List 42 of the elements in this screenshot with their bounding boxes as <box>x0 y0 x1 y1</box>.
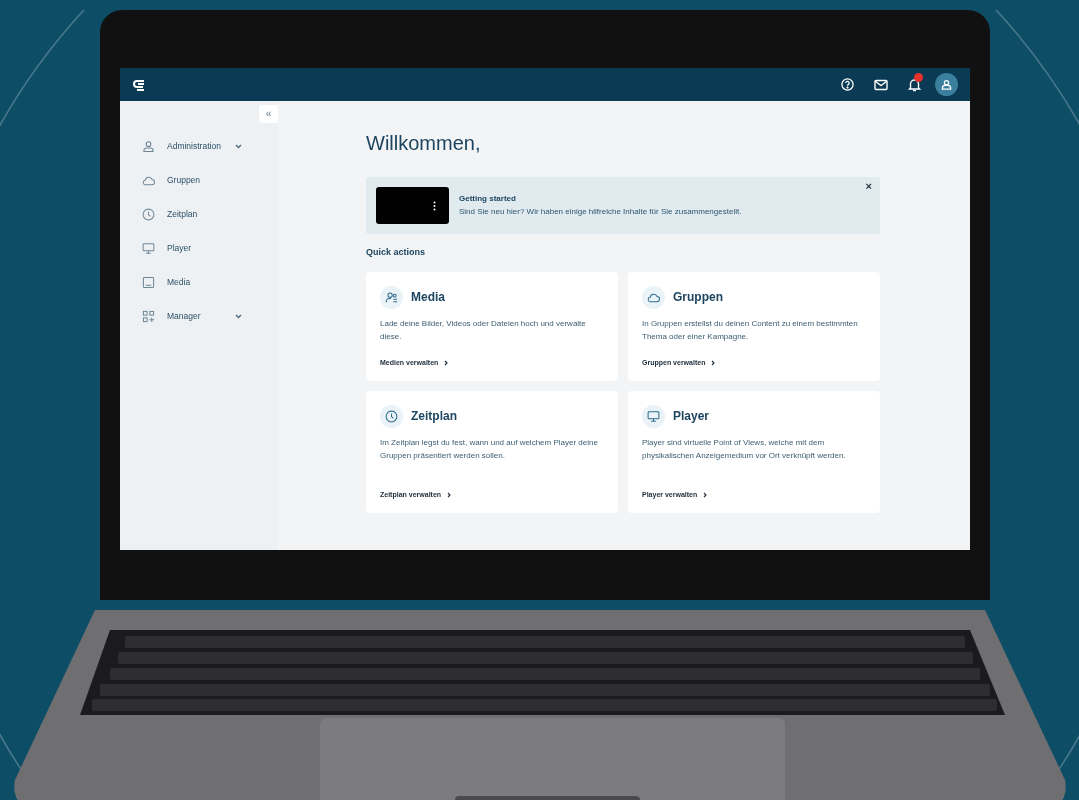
grid-plus-icon <box>142 309 155 323</box>
sidebar-item[interactable]: Manager <box>167 309 235 323</box>
section-heading: Quick actions <box>366 246 427 259</box>
chevron-down-icon[interactable] <box>235 313 242 319</box>
user-icon <box>941 79 952 90</box>
card-title: Gruppen <box>673 289 723 306</box>
image-icon <box>142 275 155 289</box>
sidebar-item[interactable]: Zeitplan <box>167 207 235 221</box>
card-description: Lade deine Bilder, Videos oder Dateien hoch und verwalte diese. <box>380 317 587 343</box>
monitor-icon <box>142 241 155 255</box>
banner-text: Sind Sie neu hier? Wir haben einige hilfreiche Inhalte für Sie zusammengestellt. <box>459 206 742 218</box>
clock-icon <box>385 409 398 423</box>
chevron-right-icon <box>703 492 708 499</box>
close-button[interactable]: × <box>865 181 872 192</box>
mail-icon[interactable] <box>874 78 888 91</box>
sidebar-item[interactable]: Gruppen <box>167 173 235 187</box>
people-icon <box>385 290 398 304</box>
card-title: Player <box>673 408 710 425</box>
sidebar-item[interactable]: Administration <box>167 139 235 153</box>
card-description: Im Zeitplan legst du fest, wann und auf welchem Player deine Gruppen präsentiert werden sollen. <box>380 436 599 462</box>
collapse-sidebar-button[interactable]: « <box>259 105 278 123</box>
monitor-icon <box>647 409 660 423</box>
clock-icon <box>142 207 155 221</box>
card-description: In Gruppen erstellst du deinen Content zu einem bestimmten Thema oder einer Kampagne. <box>642 317 859 343</box>
chevron-right-icon <box>447 492 452 499</box>
card-title: Zeitplan <box>411 408 457 425</box>
chevron-down-icon[interactable] <box>235 143 242 149</box>
sidebar-item[interactable]: Player <box>167 241 235 255</box>
more-options-icon[interactable] <box>433 201 436 211</box>
chevron-right-icon <box>711 360 716 367</box>
chevron-right-icon <box>444 360 449 367</box>
banner-title: Getting started <box>459 193 517 205</box>
sidebar-item[interactable]: Media <box>167 275 235 289</box>
card-title: Media <box>411 289 445 306</box>
logo-icon <box>132 77 146 92</box>
page-title: Willkommen, <box>366 133 482 153</box>
user-avatar[interactable] <box>935 73 958 96</box>
help-icon[interactable] <box>841 78 854 91</box>
person-icon <box>142 139 155 153</box>
notification-badge <box>914 72 923 82</box>
notification-bell-icon[interactable] <box>908 77 921 92</box>
card-description: Player sind virtuelle Point of Views, welche mit dem physikalischen Anzeigemedium vor Ort verknüpft werden. <box>642 436 847 462</box>
